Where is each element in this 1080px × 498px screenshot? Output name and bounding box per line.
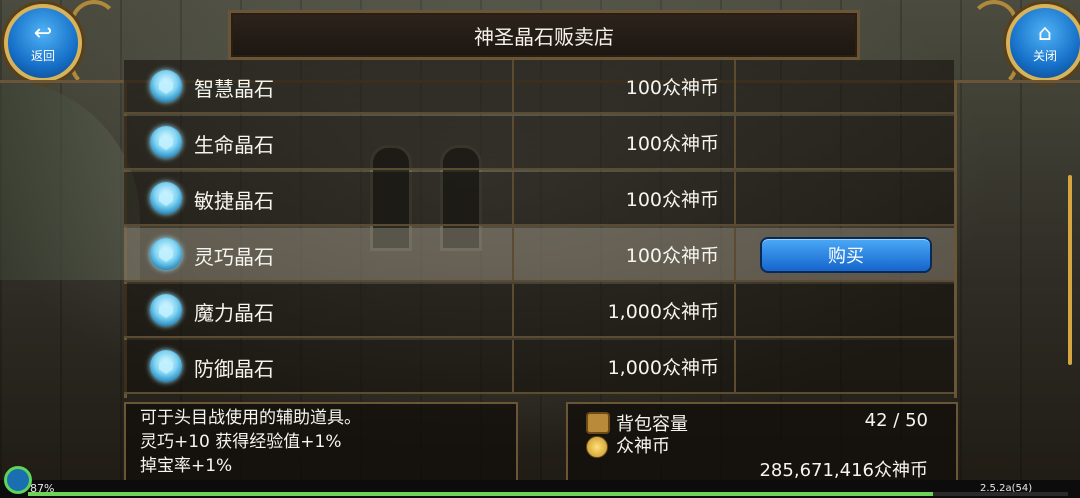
- item-price: 1,000众神币: [607, 301, 719, 323]
- bag-icon: [586, 412, 610, 434]
- coin-icon: [586, 436, 608, 458]
- item-name: 智慧晶石: [194, 77, 274, 101]
- currency-value: 285,671,416众神币: [759, 460, 928, 481]
- shop-title-bar: 神圣晶石贩卖店: [228, 10, 860, 60]
- crystal-icon: [150, 70, 182, 102]
- return-arrow-icon: ↩: [33, 20, 53, 46]
- shop-item-row[interactable]: 敏捷晶石 100众神币: [124, 172, 954, 226]
- frame-divider: [954, 80, 957, 398]
- crystal-icon: [150, 182, 182, 214]
- item-price: 100众神币: [625, 189, 719, 211]
- column-divider: [734, 60, 736, 112]
- shop-item-row[interactable]: 智慧晶石 100众神币: [124, 60, 954, 114]
- buy-button[interactable]: 购买: [760, 237, 932, 273]
- item-price: 100众神币: [625, 77, 719, 99]
- close-button[interactable]: ⌂ 关闭: [1006, 4, 1080, 82]
- column-divider: [734, 172, 736, 224]
- experience-fill: [28, 492, 933, 496]
- description-line: 掉宝率+1%: [140, 456, 233, 476]
- column-divider: [734, 228, 736, 280]
- item-name: 防御晶石: [194, 357, 274, 381]
- crystal-icon: [150, 294, 182, 326]
- crystal-icon: [150, 238, 182, 270]
- crystal-icon: [150, 126, 182, 158]
- item-price: 1,000众神币: [607, 357, 719, 379]
- column-divider: [734, 340, 736, 392]
- currency-label: 众神币: [616, 436, 670, 457]
- item-name: 生命晶石: [194, 133, 274, 157]
- item-price: 100众神币: [625, 133, 719, 155]
- description-line: 可于头目战使用的辅助道具。: [140, 408, 361, 428]
- crystal-icon: [150, 350, 182, 382]
- inventory-panel: 背包容量 42 / 50 众神币 285,671,416众神币: [566, 402, 958, 484]
- scrollbar[interactable]: [1068, 175, 1072, 365]
- status-ring-icon: [4, 466, 32, 494]
- item-name: 敏捷晶石: [194, 189, 274, 213]
- description-line: 灵巧+10 获得经验值+1%: [140, 432, 342, 452]
- experience-bar: [28, 492, 1068, 496]
- column-divider: [734, 116, 736, 168]
- back-button[interactable]: ↩ 返回: [4, 4, 82, 82]
- home-icon: ⌂: [1038, 20, 1052, 46]
- column-divider: [734, 284, 736, 336]
- shop-item-row-selected[interactable]: 灵巧晶石 100众神币 购买: [124, 228, 954, 282]
- bag-capacity-value: 42 / 50: [864, 410, 928, 431]
- shop-title: 神圣晶石贩卖店: [474, 24, 614, 49]
- item-description-panel: 可于头目战使用的辅助道具。 灵巧+10 获得经验值+1% 掉宝率+1%: [124, 402, 518, 484]
- shop-item-row[interactable]: 魔力晶石 1,000众神币: [124, 284, 954, 338]
- item-name: 魔力晶石: [194, 301, 274, 325]
- item-price: 100众神币: [625, 245, 719, 267]
- item-name: 灵巧晶石: [194, 245, 274, 269]
- shop-item-row[interactable]: 防御晶石 1,000众神币: [124, 340, 954, 394]
- shop-item-row[interactable]: 生命晶石 100众神币: [124, 116, 954, 170]
